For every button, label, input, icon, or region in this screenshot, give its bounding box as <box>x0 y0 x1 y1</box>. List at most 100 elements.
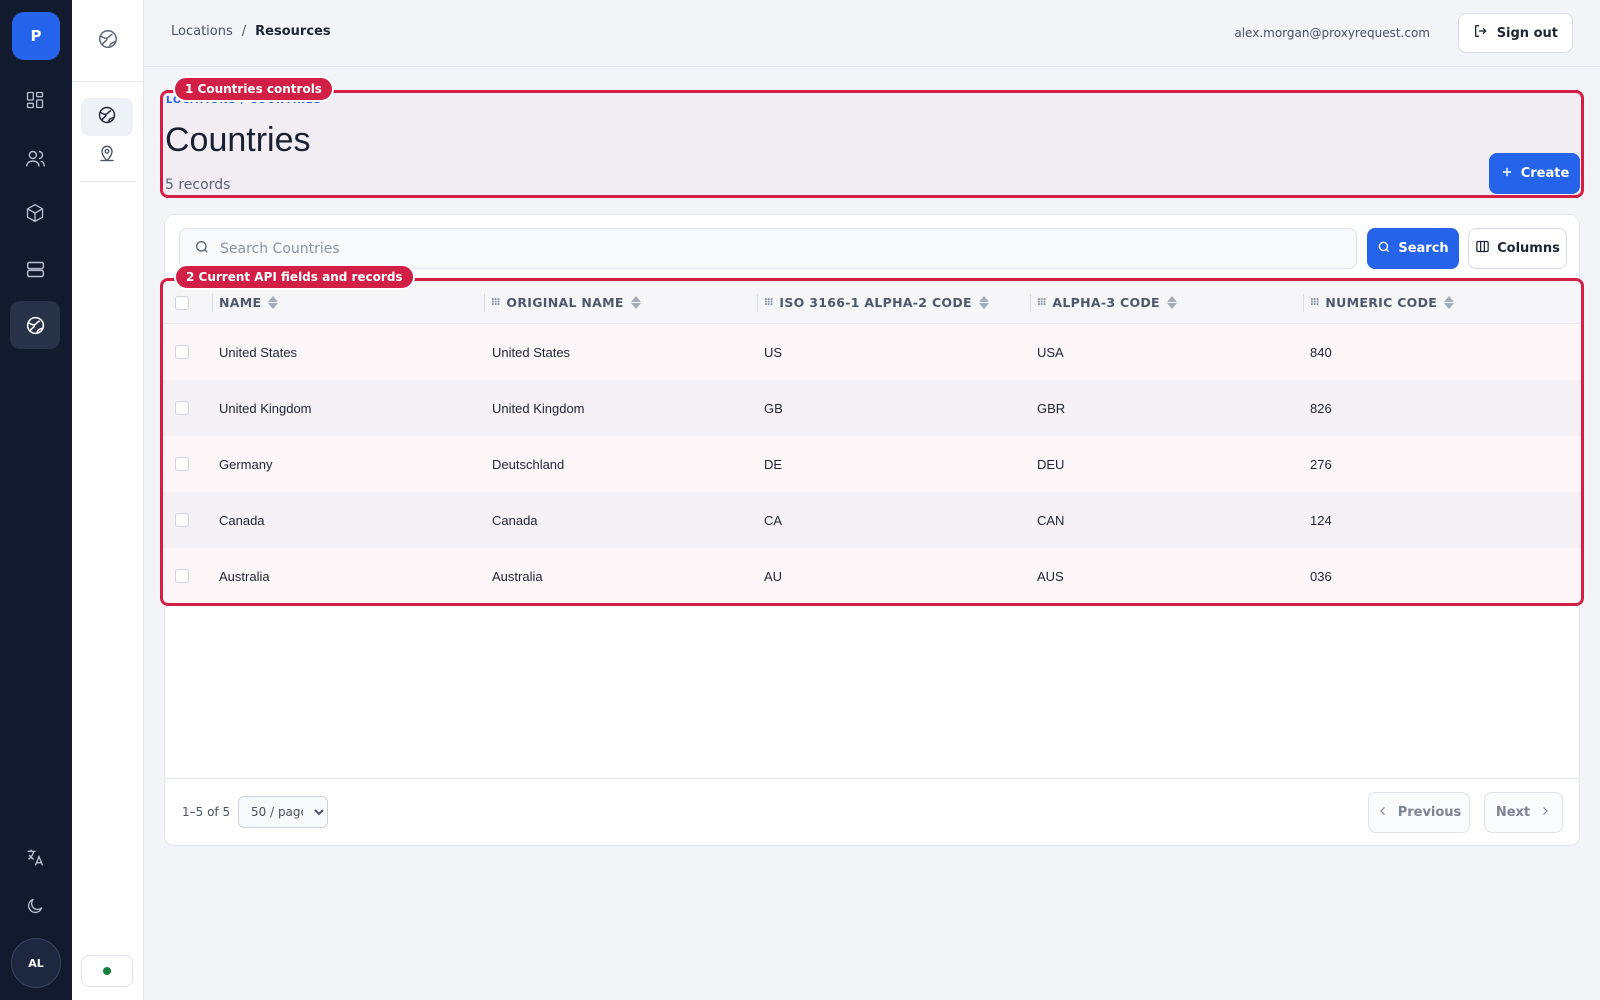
per-page-select[interactable]: 50 / page <box>238 796 328 828</box>
row-checkbox[interactable] <box>175 513 189 527</box>
search-input[interactable] <box>220 240 1320 257</box>
moon-icon[interactable] <box>10 882 60 930</box>
countries-controls-region: LOCATIONS / COUNTRIES Countries 5 record… <box>160 90 1584 198</box>
drag-handle-icon[interactable]: ⁝⁝⁝ <box>1310 297 1319 308</box>
cell-original-name: Deutschland <box>492 456 565 472</box>
search-box <box>179 228 1357 269</box>
cell-numeric: 124 <box>1310 512 1332 528</box>
pagination-bar: 1–5 of 5 50 / page Previous Next <box>165 778 1579 846</box>
cell-alpha3: DEU <box>1037 456 1065 472</box>
server-icon[interactable] <box>10 245 60 293</box>
annotation-badge-table: 2 Current API fields and records <box>174 264 415 290</box>
map-pin-icon <box>97 143 117 167</box>
page-title: Countries <box>165 121 311 159</box>
sort-icon[interactable] <box>1166 296 1177 309</box>
cell-original-name: United States <box>492 344 571 360</box>
column-header-alpha3[interactable]: ⁝⁝⁝ ALPHA-3 CODE <box>1030 281 1177 324</box>
drag-handle-icon[interactable]: ⁝⁝⁝ <box>764 297 773 308</box>
users-icon[interactable] <box>10 134 60 182</box>
sign-out-icon <box>1473 23 1489 43</box>
section-header <box>72 0 143 82</box>
column-header-original-name[interactable]: ⁝⁝⁝ ORIGINAL NAME <box>484 281 641 324</box>
column-header-label: ALPHA-3 CODE <box>1052 295 1160 310</box>
globe-icon[interactable] <box>10 301 60 349</box>
record-count: 5 records <box>165 177 231 193</box>
sign-out-label: Sign out <box>1496 25 1558 41</box>
table-row[interactable]: Australia Australia AU AUS 036 <box>163 548 1581 603</box>
column-separator <box>1030 294 1031 312</box>
sign-out-button[interactable]: Sign out <box>1457 13 1573 53</box>
user-email: alex.morgan@proxyrequest.com <box>1234 26 1430 40</box>
columns-icon <box>1475 239 1490 258</box>
next-label: Next <box>1495 805 1531 820</box>
pagination-range: 1–5 of 5 <box>182 805 231 819</box>
column-separator <box>757 294 758 312</box>
globe-icon <box>97 28 119 54</box>
cell-alpha2: GB <box>764 400 783 416</box>
top-bar: Locations / Resources alex.morgan@proxyr… <box>144 0 1600 67</box>
next-button[interactable]: Next <box>1484 792 1563 833</box>
chevron-right-icon <box>1539 805 1551 821</box>
search-button[interactable]: Search <box>1367 228 1459 269</box>
app-logo[interactable]: P <box>12 12 60 60</box>
create-label: Create <box>1520 166 1570 181</box>
sort-icon[interactable] <box>268 296 279 309</box>
sidebar-divider <box>80 181 136 182</box>
table-row[interactable]: Canada Canada CA CAN 124 <box>163 492 1581 548</box>
package-icon[interactable] <box>10 189 60 237</box>
cell-original-name: Australia <box>492 568 543 584</box>
cell-name: Canada <box>219 512 265 528</box>
cell-numeric: 276 <box>1310 456 1332 472</box>
column-header-label: ORIGINAL NAME <box>506 295 624 310</box>
globe-icon <box>97 105 117 129</box>
search-icon <box>194 239 210 259</box>
table-row[interactable]: United Kingdom United Kingdom GB GBR 826 <box>163 380 1581 436</box>
row-checkbox[interactable] <box>175 569 189 583</box>
search-icon <box>1377 240 1391 258</box>
create-button[interactable]: Create <box>1489 153 1580 194</box>
cell-alpha3: AUS <box>1037 568 1064 584</box>
columns-label: Columns <box>1497 241 1560 256</box>
previous-button[interactable]: Previous <box>1368 792 1470 833</box>
column-header-alpha2[interactable]: ⁝⁝⁝ ISO 3166-1 ALPHA-2 CODE <box>757 281 989 324</box>
breadcrumb-parent[interactable]: Locations <box>171 24 233 39</box>
table-row[interactable]: Germany Deutschland DE DEU 276 <box>163 436 1581 492</box>
chevron-left-icon <box>1377 805 1389 821</box>
column-header-numeric[interactable]: ⁝⁝⁝ NUMERIC CODE <box>1303 281 1455 324</box>
sort-icon[interactable] <box>630 296 641 309</box>
column-separator <box>484 294 485 312</box>
row-checkbox[interactable] <box>175 345 189 359</box>
sidebar-item-countries[interactable] <box>81 98 133 136</box>
cell-numeric: 840 <box>1310 344 1332 360</box>
section-sidebar <box>72 0 144 1000</box>
columns-button[interactable]: Columns <box>1468 228 1567 269</box>
connection-status[interactable] <box>81 955 133 987</box>
cell-alpha3: CAN <box>1037 512 1065 528</box>
app-rail: P AL <box>0 0 72 1000</box>
column-header-label: NUMERIC CODE <box>1325 295 1438 310</box>
column-separator <box>1303 294 1304 312</box>
cell-alpha3: GBR <box>1037 400 1066 416</box>
sidebar-item-locations[interactable] <box>81 136 133 174</box>
sort-icon[interactable] <box>1444 296 1455 309</box>
drag-handle-icon[interactable]: ⁝⁝⁝ <box>491 297 500 308</box>
row-checkbox[interactable] <box>175 401 189 415</box>
row-checkbox[interactable] <box>175 457 189 471</box>
dashboard-icon[interactable] <box>10 76 60 124</box>
api-fields-records-region: NAME ⁝⁝⁝ ORIGINAL NAME ⁝⁝⁝ ISO 3166-1 AL… <box>160 278 1584 606</box>
cell-alpha2: AU <box>764 568 783 584</box>
avatar[interactable]: AL <box>11 938 61 988</box>
sort-icon[interactable] <box>978 296 989 309</box>
cell-name: United Kingdom <box>219 400 312 416</box>
translate-icon[interactable] <box>10 833 60 881</box>
cell-original-name: United Kingdom <box>492 400 585 416</box>
search-button-label: Search <box>1398 241 1449 256</box>
drag-handle-icon[interactable]: ⁝⁝⁝ <box>1037 297 1046 308</box>
cell-numeric: 036 <box>1310 568 1332 584</box>
cell-name: United States <box>219 344 298 360</box>
cell-numeric: 826 <box>1310 400 1332 416</box>
previous-label: Previous <box>1397 805 1462 820</box>
cell-original-name: Canada <box>492 512 538 528</box>
table-row[interactable]: United States United States US USA 840 <box>163 324 1581 380</box>
select-all-checkbox[interactable] <box>175 296 189 310</box>
